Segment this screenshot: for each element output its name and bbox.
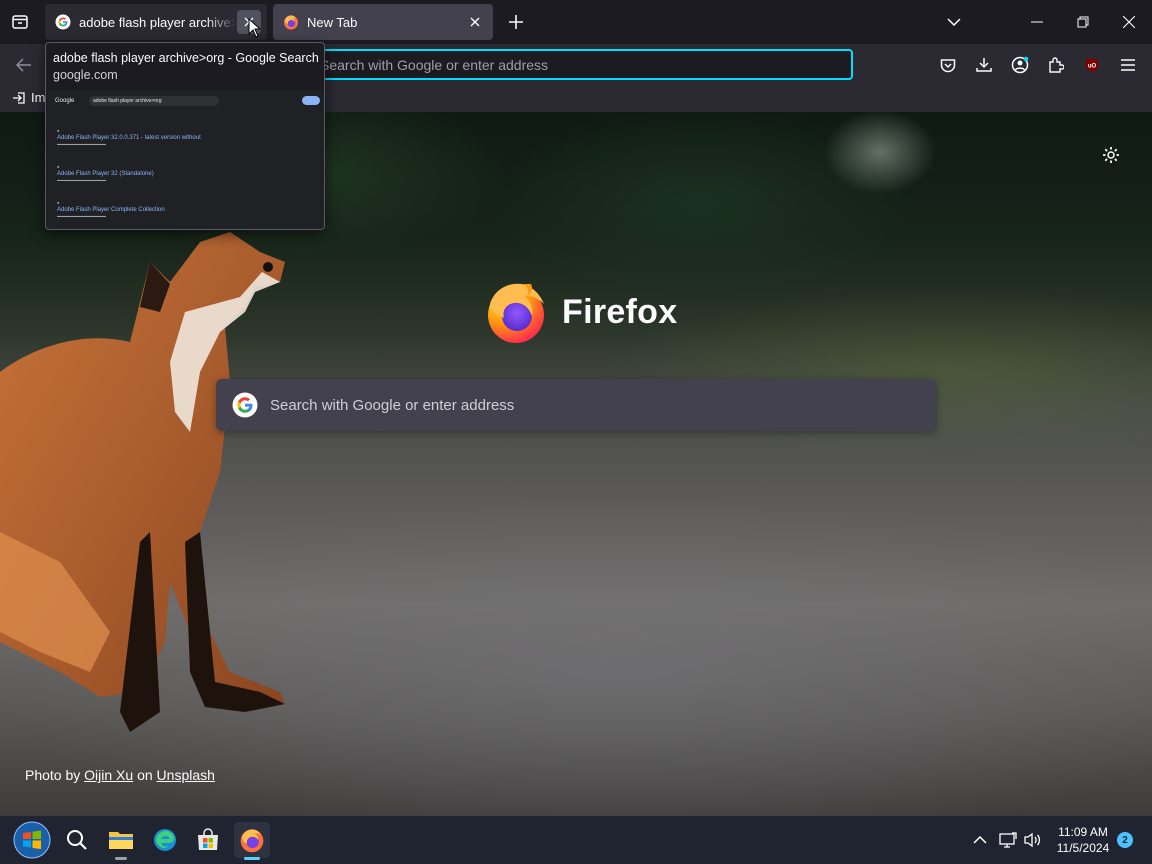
downloads-button[interactable] xyxy=(968,49,1000,81)
newtab-search-input[interactable] xyxy=(270,396,890,414)
thumb-result-desc: ▬▬▬▬▬▬▬▬▬▬▬▬▬▬ xyxy=(57,214,106,218)
firefox-logo-icon xyxy=(488,283,544,343)
list-all-tabs-button[interactable] xyxy=(936,6,972,38)
account-icon xyxy=(1011,56,1029,74)
thumb-result-site: ● xyxy=(57,128,60,133)
taskbar-edge[interactable] xyxy=(147,822,183,858)
minimize-button[interactable] xyxy=(1019,6,1055,38)
google-g-icon xyxy=(55,14,71,30)
extensions-button[interactable] xyxy=(1040,49,1072,81)
thumb-result-link: Adobe Flash Player Complete Collection xyxy=(57,207,165,213)
show-hidden-icons-button[interactable] xyxy=(968,828,992,852)
start-button[interactable] xyxy=(12,820,52,860)
chevron-down-icon xyxy=(947,18,961,26)
thumb-result: ● Adobe Flash Player 32.0.0.371 - latest… xyxy=(57,128,227,147)
close-tab-button[interactable] xyxy=(463,10,487,34)
taskbar-search-button[interactable] xyxy=(59,822,95,858)
taskbar-microsoft-store[interactable] xyxy=(190,822,226,858)
tab-title: New Tab xyxy=(307,14,358,30)
volume-tray-button[interactable] xyxy=(1021,828,1045,852)
url-bar[interactable] xyxy=(300,49,853,80)
firefox-brand: Firefox xyxy=(484,280,677,344)
import-icon xyxy=(13,91,25,104)
puzzle-piece-icon xyxy=(1049,57,1064,73)
svg-text:uO: uO xyxy=(1088,64,1097,70)
restore-icon xyxy=(1077,16,1089,28)
author-link[interactable]: Oijin Xu xyxy=(84,767,133,783)
back-arrow-icon xyxy=(16,58,31,72)
gear-icon xyxy=(1103,147,1119,163)
firefox-logo-icon xyxy=(284,15,298,30)
app-menu-button[interactable] xyxy=(1112,49,1144,81)
plus-icon xyxy=(509,15,523,29)
pocket-icon xyxy=(940,58,956,72)
attribution-middle: on xyxy=(137,767,153,783)
newtab-search-box[interactable] xyxy=(216,379,936,431)
thumb-result-site: ● xyxy=(57,200,60,205)
bookmark-import-item[interactable]: Im xyxy=(12,90,45,105)
unsplash-link[interactable]: Unsplash xyxy=(157,767,215,783)
download-icon xyxy=(976,58,992,72)
tab-new-tab[interactable]: New Tab xyxy=(273,4,493,40)
new-tab-button[interactable] xyxy=(502,8,530,36)
edge-browser-icon xyxy=(154,829,176,851)
ublock-origin-button[interactable]: uO xyxy=(1076,49,1108,81)
windows-taskbar: 11:09 AM 11/5/2024 2 xyxy=(0,816,1152,864)
notification-badge[interactable]: 2 xyxy=(1117,832,1133,848)
attribution-prefix: Photo by xyxy=(25,767,81,783)
photo-attribution: Photo by Oijin Xu on Unsplash xyxy=(25,767,215,783)
firefox-view-icon xyxy=(12,15,28,29)
thumb-result: ● Adobe Flash Player Complete Collection… xyxy=(57,200,227,219)
thumb-google-logo: Google xyxy=(55,98,75,104)
network-icon xyxy=(999,832,1017,848)
close-icon xyxy=(1123,16,1135,28)
thumb-result: ● Adobe Flash Player 32 (Standalone) ▬▬▬… xyxy=(57,164,227,183)
url-input[interactable] xyxy=(320,56,851,73)
clock-time: 11:09 AM xyxy=(1058,825,1108,839)
active-indicator xyxy=(244,857,260,860)
hamburger-menu-icon xyxy=(1121,59,1135,71)
mouse-cursor-icon xyxy=(248,18,262,38)
thumb-signin-button xyxy=(302,96,320,105)
google-g-icon xyxy=(232,392,258,418)
tab-title: adobe flash player archive>org - Google … xyxy=(79,14,237,30)
firefox-view-button[interactable] xyxy=(4,6,36,38)
thumb-search-box: adobe flash player archive>org xyxy=(89,96,219,106)
customize-newtab-button[interactable] xyxy=(1098,142,1124,168)
folder-icon xyxy=(109,832,133,849)
preview-host: google.com xyxy=(53,68,118,82)
taskbar-firefox[interactable] xyxy=(234,822,270,860)
taskbar-clock[interactable]: 11:09 AM 11/5/2024 xyxy=(1050,824,1116,856)
thumb-result-link: Adobe Flash Player 32 (Standalone) xyxy=(57,171,154,177)
running-indicator xyxy=(115,857,127,860)
account-button[interactable] xyxy=(1004,49,1036,81)
thumb-result-desc: ▬▬▬▬▬▬▬▬▬▬▬▬▬▬ xyxy=(57,178,106,182)
preview-thumbnail: Google adobe flash player archive>org ● … xyxy=(47,90,324,229)
microsoft-store-icon xyxy=(198,828,218,850)
search-icon xyxy=(67,830,87,850)
restore-button[interactable] xyxy=(1065,6,1101,38)
clock-date: 11/5/2024 xyxy=(1056,841,1110,855)
minimize-icon xyxy=(1031,21,1043,23)
back-button[interactable] xyxy=(8,49,40,81)
network-tray-button[interactable] xyxy=(996,828,1020,852)
bookmark-label: Im xyxy=(31,90,46,105)
firefox-logo-icon xyxy=(240,829,264,853)
tab-strip: adobe flash player archive>org - Google … xyxy=(0,0,1152,44)
thumb-result-link: Adobe Flash Player 32.0.0.371 - latest v… xyxy=(57,135,201,141)
tab-google-search[interactable]: adobe flash player archive>org - Google … xyxy=(45,4,267,40)
taskbar-file-explorer[interactable] xyxy=(103,822,139,860)
preview-title: adobe flash player archive>org - Google … xyxy=(53,51,319,65)
brand-wordmark: Firefox xyxy=(562,292,678,331)
ublock-origin-icon: uO xyxy=(1086,58,1098,72)
pocket-button[interactable] xyxy=(932,49,964,81)
chevron-up-icon xyxy=(973,836,987,844)
thumb-result-site: ● xyxy=(57,164,60,169)
windows-start-orb-icon xyxy=(13,821,51,859)
speaker-icon xyxy=(1024,832,1041,848)
thumb-result-desc: ▬▬▬▬▬▬▬▬▬▬▬▬▬▬ xyxy=(57,142,106,146)
close-window-button[interactable] xyxy=(1111,6,1147,38)
tab-hover-preview: adobe flash player archive>org - Google … xyxy=(45,42,325,230)
close-icon xyxy=(470,17,480,27)
